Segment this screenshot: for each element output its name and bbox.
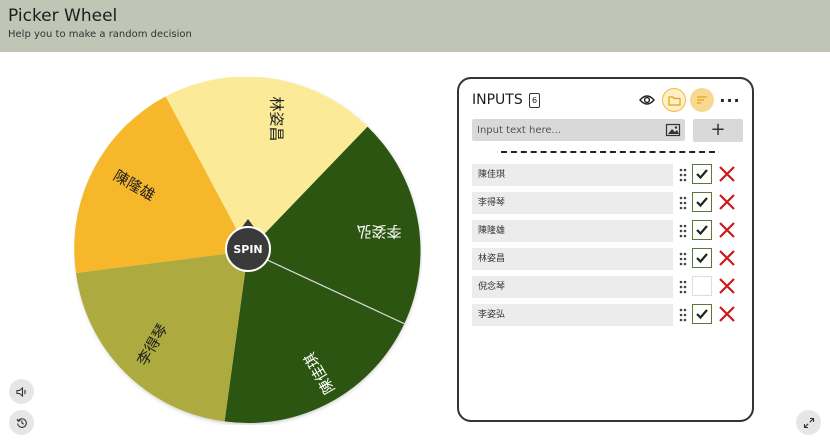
entry-name[interactable]: 李得琴	[472, 192, 673, 214]
entry-name[interactable]: 陳佳琪	[472, 164, 673, 186]
entry-row: 林姿昌	[472, 248, 742, 270]
drag-handle-icon[interactable]	[678, 252, 688, 266]
drag-handle-icon[interactable]	[678, 196, 688, 210]
image-icon[interactable]	[665, 122, 681, 138]
entry-row: 李得琴	[472, 192, 742, 214]
checkmark-icon	[696, 309, 708, 320]
open-file-button[interactable]	[662, 88, 686, 112]
expand-icon	[803, 417, 814, 428]
delete-icon[interactable]	[718, 221, 736, 239]
more-options-button[interactable]: ···	[718, 88, 742, 112]
entry-checkbox[interactable]	[692, 304, 712, 324]
entry-name[interactable]: 陳隆雄	[472, 220, 673, 242]
checkmark-icon	[696, 197, 708, 208]
app-subtitle: Help you to make a random decision	[8, 29, 192, 40]
picker-wheel[interactable]: 林姿昌 李姿弘 陳佳琪 李得琴 陳隆雄 SPIN	[74, 77, 422, 425]
entry-name[interactable]: 李姿弘	[472, 304, 673, 326]
entry-checkbox[interactable]	[692, 248, 712, 268]
entry-row: 陳隆雄	[472, 220, 742, 242]
sort-icon	[697, 96, 707, 104]
app-title: Picker Wheel	[8, 6, 118, 26]
wheel-label-1: 林姿昌	[268, 96, 286, 141]
eye-icon	[639, 95, 655, 105]
checkmark-icon	[696, 169, 708, 180]
delete-icon[interactable]	[718, 305, 736, 323]
history-icon	[16, 417, 27, 428]
add-entry-button[interactable]: +	[693, 119, 743, 142]
entry-row: 倪念琴	[472, 276, 742, 298]
folder-icon	[667, 95, 681, 106]
entry-checkbox[interactable]	[692, 164, 712, 184]
spin-label: SPIN	[233, 243, 262, 256]
input-text-field[interactable]	[472, 119, 662, 141]
entry-checkbox[interactable]	[692, 220, 712, 240]
entry-row: 陳佳琪	[472, 164, 742, 186]
drag-handle-icon[interactable]	[678, 308, 688, 322]
entry-row: 李姿弘	[472, 304, 742, 326]
checkmark-icon	[696, 225, 708, 236]
input-field-container	[472, 119, 685, 141]
speaker-icon	[15, 386, 26, 397]
delete-icon[interactable]	[718, 249, 736, 267]
delete-icon[interactable]	[718, 277, 736, 295]
entry-checkbox[interactable]	[692, 192, 712, 212]
fullscreen-button[interactable]	[796, 410, 821, 435]
entries-count-badge: 6	[529, 93, 540, 108]
delete-icon[interactable]	[718, 193, 736, 211]
sort-button[interactable]	[690, 88, 714, 112]
checkmark-icon	[696, 253, 708, 264]
delete-icon[interactable]	[718, 165, 736, 183]
entry-name[interactable]: 倪念琴	[472, 276, 673, 298]
inputs-panel: INPUTS 6 ··· + 陳佳琪	[457, 77, 754, 422]
wheel-label-2: 李姿弘	[356, 223, 401, 241]
toggle-visibility-button[interactable]	[635, 88, 659, 112]
history-button[interactable]	[9, 410, 34, 435]
inputs-title: INPUTS	[472, 92, 523, 108]
drag-handle-icon[interactable]	[678, 168, 688, 182]
drag-handle-icon[interactable]	[678, 280, 688, 294]
entry-checkbox[interactable]	[692, 276, 712, 296]
divider	[501, 151, 715, 153]
sound-toggle-button[interactable]	[9, 379, 34, 404]
entry-name[interactable]: 林姿昌	[472, 248, 673, 270]
drag-handle-icon[interactable]	[678, 224, 688, 238]
app-header: Picker Wheel Help you to make a random d…	[0, 0, 830, 52]
